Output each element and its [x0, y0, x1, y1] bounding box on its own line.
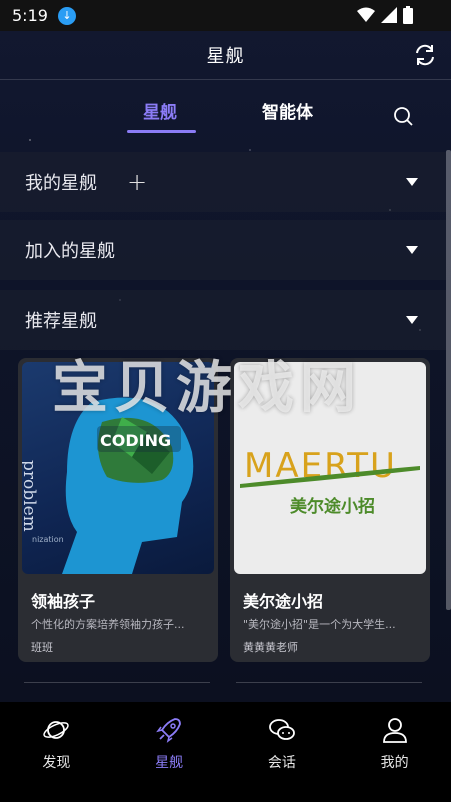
child-silhouette-illustration: problem nization CODING	[22, 397, 194, 574]
add-icon[interactable]: +	[127, 170, 147, 194]
card-image-main-text: CODING	[100, 431, 171, 450]
rocket-icon	[156, 718, 182, 743]
starship-card[interactable]: MAERTU 美尔途小招 美尔途小招 "美尔途小招"是一个为大学生... 黄黄黄…	[230, 358, 430, 662]
expand-caret-icon[interactable]	[406, 246, 418, 254]
card-title: 美尔途小招	[243, 592, 324, 611]
battery-icon	[403, 6, 413, 24]
card-cover-image: problem nization CODING	[22, 362, 214, 574]
status-bar: 5:19 ↓	[0, 0, 451, 31]
section-label: 推荐星舰	[25, 311, 97, 332]
card-image-side-text: problem	[22, 460, 39, 532]
card-description: 个性化的方案培养领袖力孩子...	[31, 618, 185, 631]
expand-caret-icon[interactable]	[406, 316, 418, 324]
nav-starship[interactable]: 星舰	[113, 702, 226, 802]
card-author: 黄黄黄老师	[243, 641, 298, 654]
page-title: 星舰	[206, 46, 245, 67]
tab-starship[interactable]: 星舰	[143, 98, 177, 123]
signal-icon	[381, 7, 397, 23]
divider	[24, 682, 210, 683]
section-recommended-starships[interactable]: 推荐星舰	[0, 290, 446, 350]
nav-label: 我的	[380, 755, 409, 771]
card-description: "美尔途小招"是一个为大学生...	[243, 618, 396, 631]
section-label: 加入的星舰	[25, 241, 115, 262]
nav-label: 会话	[267, 755, 296, 771]
card-image-bottom-text: nization	[32, 535, 64, 544]
maertu-logo: MAERTU 美尔途小招	[240, 446, 420, 517]
starship-card[interactable]: problem nization CODING 领袖孩子 个性化的方案培养领袖力…	[18, 358, 218, 662]
nav-discover[interactable]: 发现	[0, 702, 113, 802]
card-image-sub-text: 美尔途小招	[290, 496, 375, 517]
active-tab-indicator	[127, 130, 196, 133]
tab-bar: 星舰 智能体	[0, 80, 451, 140]
chat-icon	[268, 719, 295, 740]
expand-caret-icon[interactable]	[406, 178, 418, 186]
section-label: 我的星舰	[25, 173, 97, 194]
section-joined-starships[interactable]: 加入的星舰	[0, 220, 446, 280]
search-icon[interactable]	[393, 106, 413, 126]
card-title: 领袖孩子	[31, 592, 96, 611]
nav-label: 星舰	[155, 755, 184, 771]
bottom-nav: 发现 星舰 会话 我的	[0, 702, 451, 802]
refresh-icon[interactable]	[413, 43, 437, 67]
divider	[236, 682, 422, 683]
status-time: 5:19	[12, 6, 48, 25]
section-my-starships[interactable]: 我的星舰 +	[0, 152, 446, 212]
status-icons	[357, 6, 413, 24]
person-icon	[382, 718, 407, 743]
tab-agent[interactable]: 智能体	[262, 98, 313, 123]
nav-me[interactable]: 我的	[338, 702, 451, 802]
planet-icon	[43, 721, 70, 739]
wifi-icon	[357, 7, 375, 22]
nav-label: 发现	[42, 755, 71, 771]
scrollbar[interactable]	[446, 150, 451, 610]
card-author: 班班	[31, 641, 53, 654]
download-icon: ↓	[57, 6, 76, 25]
title-bar: 星舰	[0, 31, 451, 80]
nav-chat[interactable]: 会话	[226, 702, 339, 802]
card-cover-image: MAERTU 美尔途小招	[234, 362, 426, 574]
